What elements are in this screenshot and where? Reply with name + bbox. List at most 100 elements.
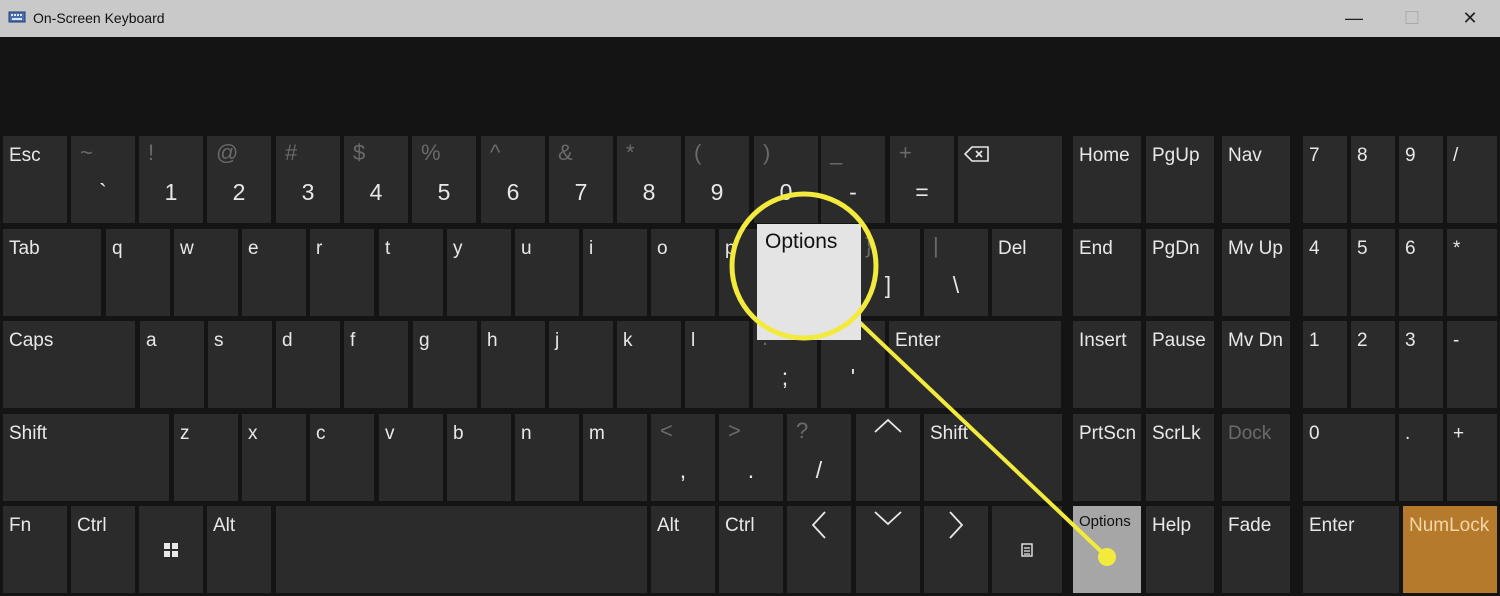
key-y[interactable]: y bbox=[447, 229, 511, 316]
key-m[interactable]: m bbox=[583, 414, 647, 501]
key-blank[interactable]: + = bbox=[890, 136, 954, 223]
numpad-key-1[interactable]: 1 bbox=[1303, 321, 1347, 408]
key-shift[interactable]: Shift bbox=[924, 414, 1062, 501]
numpad-key-4[interactable]: 4 bbox=[1303, 229, 1347, 316]
close-button[interactable]: ✕ bbox=[1441, 0, 1499, 37]
numpad-key-plus[interactable]: + bbox=[1447, 414, 1497, 501]
minimize-button[interactable]: — bbox=[1325, 0, 1383, 37]
numpad-key-5[interactable]: 5 bbox=[1351, 229, 1395, 316]
key-pause[interactable]: Pause bbox=[1146, 321, 1214, 408]
key-8[interactable]: * 8 bbox=[617, 136, 681, 223]
key-7[interactable]: & 7 bbox=[549, 136, 613, 223]
key-mv-dn[interactable]: Mv Dn bbox=[1222, 321, 1290, 408]
key-enter[interactable]: Enter bbox=[889, 321, 1061, 408]
numpad-key-divide[interactable]: / bbox=[1447, 136, 1497, 223]
key-backspace[interactable] bbox=[958, 136, 1062, 223]
numpad-key-8[interactable]: 8 bbox=[1351, 136, 1395, 223]
key-ctrl[interactable]: Ctrl bbox=[719, 506, 783, 593]
key-g[interactable]: g bbox=[413, 321, 477, 408]
restore-button[interactable]: ☐ bbox=[1383, 0, 1441, 37]
key-k[interactable]: k bbox=[617, 321, 681, 408]
key-caps[interactable]: Caps bbox=[3, 321, 135, 408]
key-o[interactable]: o bbox=[651, 229, 715, 316]
key-2[interactable]: @2 bbox=[207, 136, 271, 223]
numpad-key-2[interactable]: 2 bbox=[1351, 321, 1395, 408]
key-j[interactable]: j bbox=[549, 321, 613, 408]
key-blank[interactable]: _ - bbox=[821, 136, 885, 223]
key-help[interactable]: Help bbox=[1146, 506, 1214, 593]
key-6[interactable]: ^ 6 bbox=[481, 136, 545, 223]
key-blank[interactable]: }] bbox=[856, 229, 920, 316]
key-r[interactable]: r bbox=[310, 229, 374, 316]
key-h[interactable]: h bbox=[481, 321, 545, 408]
key-0[interactable]: ) 0 bbox=[754, 136, 818, 223]
numpad-key-numlock[interactable]: NumLock bbox=[1403, 506, 1497, 593]
numpad-key-decimal[interactable]: . bbox=[1399, 414, 1443, 501]
key-x[interactable]: x bbox=[242, 414, 306, 501]
key-backslash[interactable]: | \ bbox=[924, 229, 988, 316]
key-blank[interactable]: >. bbox=[719, 414, 783, 501]
key-home[interactable]: Home bbox=[1073, 136, 1141, 223]
key-b[interactable]: b bbox=[447, 414, 511, 501]
key-scrlk[interactable]: ScrLk bbox=[1146, 414, 1214, 501]
key-windows[interactable] bbox=[139, 506, 203, 593]
key-menu[interactable] bbox=[992, 506, 1062, 593]
numpad-key-minus[interactable]: - bbox=[1447, 321, 1497, 408]
key-arrow-left[interactable] bbox=[787, 506, 851, 593]
numpad-key-6[interactable]: 6 bbox=[1399, 229, 1443, 316]
key-space[interactable] bbox=[276, 506, 647, 593]
key-ctrl[interactable]: Ctrl bbox=[71, 506, 135, 593]
numpad-key-0[interactable]: 0 bbox=[1303, 414, 1395, 501]
key-q[interactable]: q bbox=[106, 229, 170, 316]
key-blank[interactable]: <, bbox=[651, 414, 715, 501]
key-prtscn[interactable]: PrtScn bbox=[1073, 414, 1141, 501]
key-d[interactable]: d bbox=[276, 321, 340, 408]
key-pgup[interactable]: PgUp bbox=[1146, 136, 1214, 223]
key-9[interactable]: (9 bbox=[685, 136, 749, 223]
key-f[interactable]: f bbox=[344, 321, 408, 408]
key-i[interactable]: i bbox=[583, 229, 647, 316]
key-e[interactable]: e bbox=[242, 229, 306, 316]
key-1[interactable]: ! 1 bbox=[139, 136, 203, 223]
key-esc[interactable]: Esc bbox=[3, 136, 67, 223]
numpad-key-3[interactable]: 3 bbox=[1399, 321, 1443, 408]
key-alt[interactable]: Alt bbox=[651, 506, 715, 593]
key-n[interactable]: n bbox=[515, 414, 579, 501]
key-arrow-right[interactable] bbox=[924, 506, 988, 593]
key-options[interactable]: Options bbox=[1073, 506, 1141, 593]
key-dock[interactable]: Dock bbox=[1222, 414, 1290, 501]
key-c[interactable]: c bbox=[310, 414, 374, 501]
key-alt[interactable]: Alt bbox=[207, 506, 271, 593]
key-t[interactable]: t bbox=[379, 229, 443, 316]
key-insert[interactable]: Insert bbox=[1073, 321, 1141, 408]
key-label: 1 bbox=[1309, 330, 1320, 351]
numpad-key-7[interactable]: 7 bbox=[1303, 136, 1347, 223]
key-del[interactable]: Del bbox=[992, 229, 1062, 316]
key-w[interactable]: w bbox=[174, 229, 238, 316]
key-v[interactable]: v bbox=[379, 414, 443, 501]
key-shift[interactable]: Shift bbox=[3, 414, 169, 501]
numpad-key-enter[interactable]: Enter bbox=[1303, 506, 1399, 593]
key-3[interactable]: #3 bbox=[276, 136, 340, 223]
key-arrow-up[interactable] bbox=[856, 414, 920, 501]
key-a[interactable]: a bbox=[140, 321, 204, 408]
key-5[interactable]: % 5 bbox=[412, 136, 476, 223]
numpad-key-9[interactable]: 9 bbox=[1399, 136, 1443, 223]
key-arrow-down[interactable] bbox=[856, 506, 920, 593]
key-s[interactable]: s bbox=[208, 321, 272, 408]
key-fn[interactable]: Fn bbox=[3, 506, 67, 593]
key-pgdn[interactable]: PgDn bbox=[1146, 229, 1214, 316]
key-end[interactable]: End bbox=[1073, 229, 1141, 316]
key-z[interactable]: z bbox=[174, 414, 238, 501]
key-4[interactable]: $4 bbox=[344, 136, 408, 223]
key-shift-label: } bbox=[865, 233, 873, 258]
numpad-key-multiply[interactable]: * bbox=[1447, 229, 1497, 316]
key-tab[interactable]: Tab bbox=[3, 229, 101, 316]
key-l[interactable]: l bbox=[685, 321, 749, 408]
key-blank[interactable]: ? / bbox=[787, 414, 851, 501]
key-u[interactable]: u bbox=[515, 229, 579, 316]
key-fade[interactable]: Fade bbox=[1222, 506, 1290, 593]
key-blank[interactable]: ~ ` bbox=[71, 136, 135, 223]
key-mv-up[interactable]: Mv Up bbox=[1222, 229, 1290, 316]
key-nav[interactable]: Nav bbox=[1222, 136, 1290, 223]
